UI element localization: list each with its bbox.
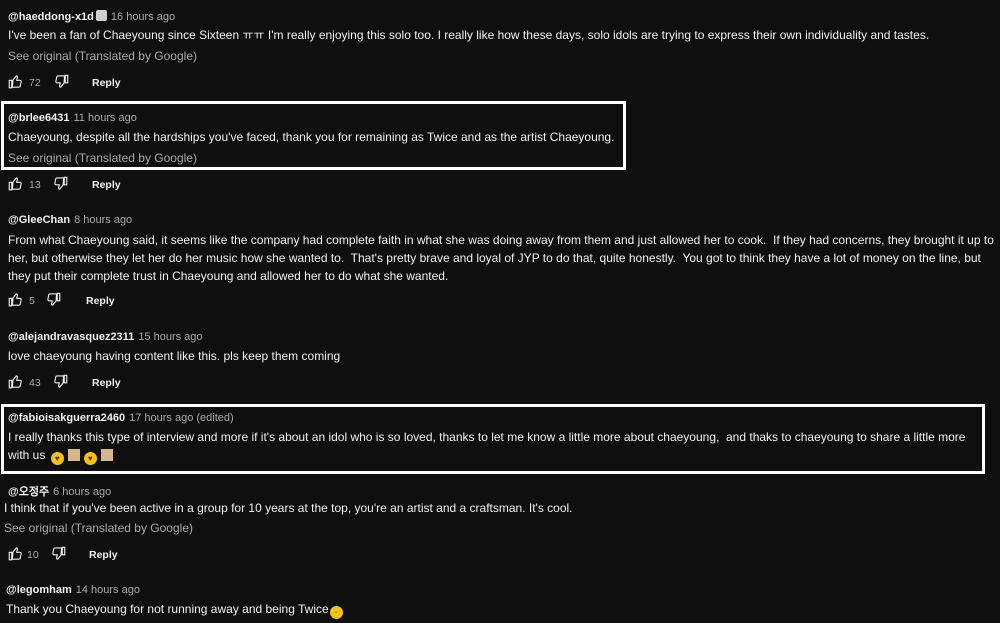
- comment-header: @GleeChan 8 hours ago: [8, 214, 132, 226]
- comment-text: I've been a fan of Chaeyoung since Sixte…: [8, 28, 930, 42]
- comment-author[interactable]: @오정주: [8, 486, 49, 498]
- channel-badge-icon: [95, 10, 107, 21]
- reply-button[interactable]: Reply: [89, 549, 118, 561]
- reply-button[interactable]: Reply: [92, 377, 121, 389]
- comment-time[interactable]: 14 hours ago: [76, 584, 140, 596]
- comment-author[interactable]: @GleeChan: [8, 214, 70, 226]
- heart-hands-emoji-icon: ♥: [50, 452, 64, 465]
- comment-author[interactable]: @brlee6431: [8, 112, 70, 124]
- comment-text: I really thanks this type of interview a…: [8, 428, 978, 465]
- dislike-icon[interactable]: [51, 546, 66, 561]
- comment-header: @fabioisakguerra2460 17 hours ago (edited…: [8, 412, 234, 424]
- comment-actions: 13 Reply: [8, 176, 208, 194]
- heart-hands-emoji-icon: ♥: [83, 452, 97, 465]
- crying-face-emoji-icon: ᵕ: [329, 606, 343, 619]
- comment-actions: 5 Reply: [8, 292, 208, 310]
- dislike-icon[interactable]: [53, 176, 68, 191]
- comment-header: @오정주 6 hours ago: [8, 483, 111, 499]
- comment-actions: 72 Reply: [8, 74, 208, 92]
- like-count: 5: [29, 295, 35, 307]
- like-icon[interactable]: [8, 292, 23, 307]
- reply-button[interactable]: Reply: [92, 179, 121, 191]
- reply-button[interactable]: Reply: [86, 295, 115, 307]
- like-count: 10: [27, 549, 39, 561]
- like-icon[interactable]: [8, 374, 23, 389]
- like-count: 13: [29, 179, 41, 191]
- comment-author[interactable]: @fabioisakguerra2460: [8, 412, 125, 424]
- like-icon[interactable]: [8, 74, 23, 89]
- like-icon[interactable]: [8, 176, 23, 191]
- like-count: 72: [29, 77, 41, 89]
- comment-time[interactable]: 17 hours ago (edited): [129, 412, 234, 424]
- see-original-link[interactable]: See original (Translated by Google): [4, 521, 193, 535]
- like-icon[interactable]: [8, 546, 23, 561]
- dislike-icon[interactable]: [54, 74, 69, 89]
- see-original-link[interactable]: See original (Translated by Google): [8, 151, 197, 165]
- comment-time[interactable]: 6 hours ago: [53, 486, 111, 498]
- comment-text: Chaeyoung, despite all the hardships you…: [8, 130, 615, 144]
- comment-actions: 10 Reply: [8, 546, 208, 564]
- dislike-icon[interactable]: [46, 292, 61, 307]
- comment-time[interactable]: 16 hours ago: [111, 11, 175, 23]
- comment-time[interactable]: 15 hours ago: [138, 331, 202, 343]
- comment-text-content: I really thanks this type of interview a…: [8, 430, 969, 462]
- comment-header: @legomham 14 hours ago: [6, 584, 140, 596]
- comment-header: @brlee6431 11 hours ago: [8, 112, 137, 124]
- like-count: 43: [29, 377, 41, 389]
- skin-tone-modifier-icon: [100, 449, 113, 461]
- see-original-link[interactable]: See original (Translated by Google): [8, 49, 197, 63]
- comment-actions: 43 Reply: [8, 374, 208, 392]
- comment-time[interactable]: 11 hours ago: [74, 112, 137, 124]
- comment-header: @haeddong-x1d 16 hours ago: [8, 10, 175, 23]
- skin-tone-modifier-icon: [67, 449, 80, 461]
- comment-text: From what Chaeyoung said, it seems like …: [8, 233, 998, 283]
- comment-text-content: Thank you Chaeyoung for not running away…: [6, 602, 329, 616]
- comment-author[interactable]: @alejandravasquez2311: [8, 331, 134, 343]
- comment-text: love chaeyoung having content like this.…: [8, 349, 341, 363]
- comment-author[interactable]: @legomham: [6, 584, 72, 596]
- comment-header: @alejandravasquez2311 15 hours ago: [8, 331, 203, 343]
- reply-button[interactable]: Reply: [92, 77, 121, 89]
- dislike-icon[interactable]: [53, 374, 68, 389]
- comment-author[interactable]: @haeddong-x1d: [8, 11, 94, 23]
- comment-text: Thank you Chaeyoung for not running away…: [6, 600, 906, 619]
- comment-text: I think that if you've been active in a …: [4, 501, 573, 515]
- comment-time[interactable]: 8 hours ago: [74, 214, 132, 226]
